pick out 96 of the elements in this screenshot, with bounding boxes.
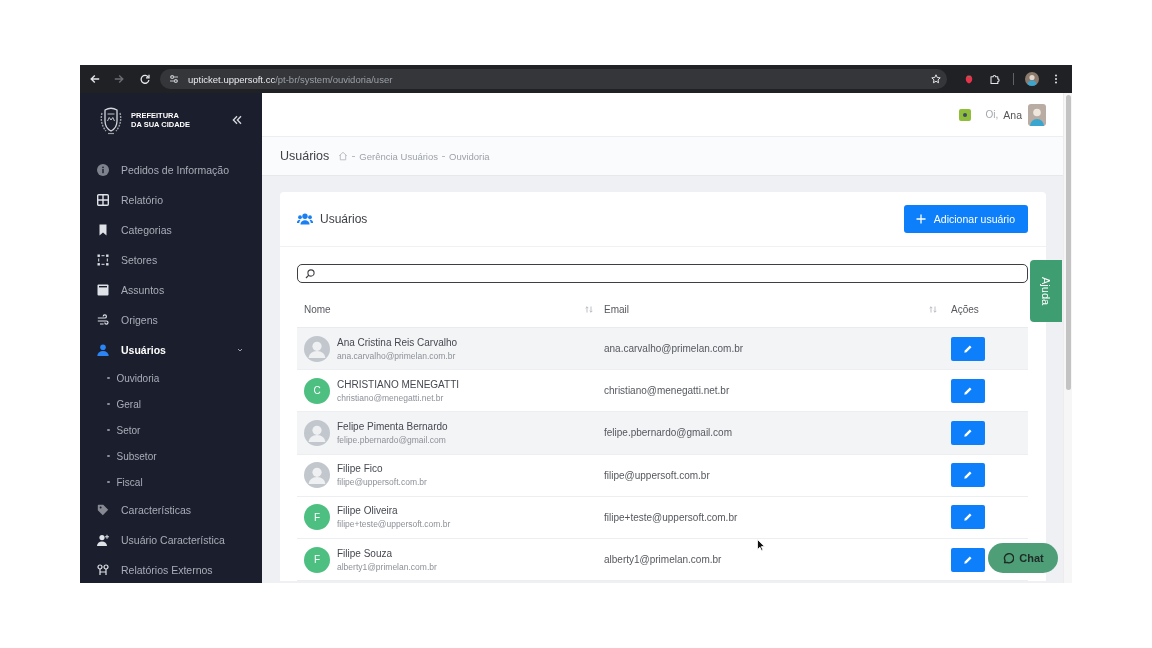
sidebar-subitem[interactable]: Ouvidoria bbox=[107, 372, 160, 384]
tag-icon bbox=[97, 504, 109, 516]
edit-button[interactable] bbox=[951, 336, 985, 361]
wind-icon bbox=[97, 314, 109, 326]
dotted-square-icon bbox=[97, 254, 109, 266]
email-text: ana.carvalho@primelan.com.br bbox=[603, 343, 745, 355]
user-name: Ana bbox=[1003, 108, 1022, 121]
greeting: Oi, bbox=[985, 109, 999, 120]
user-avatar bbox=[304, 335, 330, 362]
user-name: Ana Cristina Reis Carvalho bbox=[337, 335, 458, 349]
user-avatar[interactable] bbox=[1028, 103, 1046, 126]
sidebar-item[interactable]: Origens bbox=[97, 314, 158, 326]
back-arrow-icon[interactable] bbox=[90, 74, 100, 84]
sidebar-item[interactable]: Usuário Característica bbox=[97, 534, 225, 546]
edit-button[interactable] bbox=[951, 378, 985, 403]
card-title: Usuários bbox=[320, 212, 368, 226]
user-name: CHRISTIANO MENEGATTI bbox=[337, 377, 460, 391]
sidebar-subitem[interactable]: Fiscal bbox=[107, 476, 143, 488]
user-email: filipe@uppersoft.com.br bbox=[337, 477, 427, 489]
bullet-icon bbox=[107, 428, 110, 432]
pencil-icon bbox=[963, 554, 973, 565]
tune-icon[interactable] bbox=[169, 74, 179, 84]
bullet-icon bbox=[107, 376, 110, 380]
user-name: Filipe Oliveira bbox=[337, 504, 399, 518]
user-avatar bbox=[304, 419, 330, 446]
bookmark-icon bbox=[97, 224, 109, 236]
user-email: felipe.pbernardo@gmail.com bbox=[337, 434, 447, 446]
user-email: ana.carvalho@primelan.com.br bbox=[337, 350, 457, 362]
sidebar-subitem[interactable]: Subsetor bbox=[107, 450, 157, 462]
edit-button[interactable] bbox=[951, 547, 985, 572]
address-bar[interactable]: upticket.uppersoft.cc/pt-br/system/ouvidoria/user bbox=[160, 69, 947, 89]
collapse-icon[interactable] bbox=[232, 115, 242, 125]
plus-icon bbox=[915, 214, 926, 224]
email-text: filipe+teste@uppersoft.com.br bbox=[603, 511, 739, 523]
sidebar-item[interactable]: Categorias bbox=[97, 224, 172, 236]
user-avatar: F bbox=[304, 504, 330, 531]
edit-button[interactable] bbox=[951, 420, 985, 445]
users-icon bbox=[297, 213, 313, 225]
bullet-icon bbox=[107, 454, 110, 458]
grid-icon bbox=[97, 194, 109, 206]
sidebar-item[interactable]: Usuários bbox=[97, 344, 166, 356]
search-field[interactable] bbox=[297, 264, 1028, 283]
edit-button[interactable] bbox=[951, 463, 985, 488]
email-text: filipe@uppersoft.com.br bbox=[603, 469, 711, 481]
reload-icon[interactable] bbox=[140, 74, 150, 84]
nodes-icon bbox=[97, 564, 109, 576]
user-name: Filipe Souza bbox=[337, 546, 394, 560]
user-avatar: C bbox=[304, 377, 330, 404]
page-title: Usuários bbox=[280, 149, 330, 163]
edit-button[interactable] bbox=[951, 505, 985, 530]
column-header: Nome bbox=[304, 303, 331, 315]
bullet-icon bbox=[107, 480, 110, 484]
bullet-icon bbox=[107, 402, 110, 406]
chat-bubble-icon bbox=[1002, 552, 1015, 564]
email-text: christiano@menegatti.net.br bbox=[603, 385, 731, 397]
mouse-cursor-icon bbox=[757, 539, 765, 551]
sidebar-item[interactable]: Assuntos bbox=[97, 284, 165, 296]
email-text: alberty1@primelan.com.br bbox=[603, 554, 723, 566]
user-plus-icon bbox=[97, 534, 109, 546]
url-text: upticket.uppersoft.cc/pt-br/system/ouvidoria/user bbox=[188, 73, 394, 85]
more-menu-icon[interactable] bbox=[1054, 74, 1058, 84]
user-email: alberty1@primelan.com.br bbox=[337, 561, 437, 573]
sidebar-item[interactable]: Relatório bbox=[97, 194, 164, 206]
notepad-icon bbox=[97, 284, 109, 296]
breadcrumb-current: Ouvidoria bbox=[449, 150, 490, 162]
sidebar-subitem[interactable]: Geral bbox=[107, 398, 141, 410]
sidebar-item[interactable]: Relatórios Externos bbox=[97, 564, 213, 576]
puzzle-icon[interactable] bbox=[990, 74, 1000, 84]
pencil-icon bbox=[963, 427, 973, 438]
pencil-icon bbox=[963, 512, 973, 523]
add-user-button[interactable]: Adicionar usuário bbox=[903, 205, 1028, 233]
user-email: christiano@menegatti.net.br bbox=[337, 392, 445, 404]
user-email: filipe+teste@uppersoft.com.br bbox=[337, 519, 451, 531]
column-header: Email bbox=[604, 303, 629, 315]
user-name: Filipe Fico bbox=[337, 462, 384, 476]
column-header: Ações bbox=[951, 303, 979, 315]
profile-avatar[interactable] bbox=[1025, 72, 1039, 86]
sidebar-item[interactable]: Pedidos de Informação bbox=[97, 164, 229, 176]
sidebar-item[interactable]: Características bbox=[97, 504, 192, 516]
chevron-down-icon[interactable] bbox=[237, 347, 243, 353]
pencil-icon bbox=[963, 470, 973, 481]
sidebar-subitem[interactable]: Setor bbox=[107, 424, 141, 436]
strawberry-icon[interactable] bbox=[964, 74, 974, 84]
star-icon[interactable] bbox=[931, 74, 941, 84]
user-icon bbox=[97, 344, 109, 356]
search-icon bbox=[305, 268, 315, 279]
chat-button[interactable]: Chat bbox=[988, 543, 1058, 573]
user-name: Felipe Pimenta Bernardo bbox=[337, 419, 448, 433]
email-text: felipe.pbernardo@gmail.com bbox=[603, 427, 733, 439]
sidebar-item[interactable]: Setores bbox=[97, 254, 158, 266]
pencil-icon bbox=[963, 343, 973, 354]
pencil-icon bbox=[963, 385, 973, 396]
user-avatar bbox=[304, 462, 330, 489]
user-avatar: F bbox=[304, 546, 330, 573]
info-icon bbox=[97, 164, 109, 176]
scrollbar-thumb[interactable] bbox=[1066, 95, 1071, 390]
